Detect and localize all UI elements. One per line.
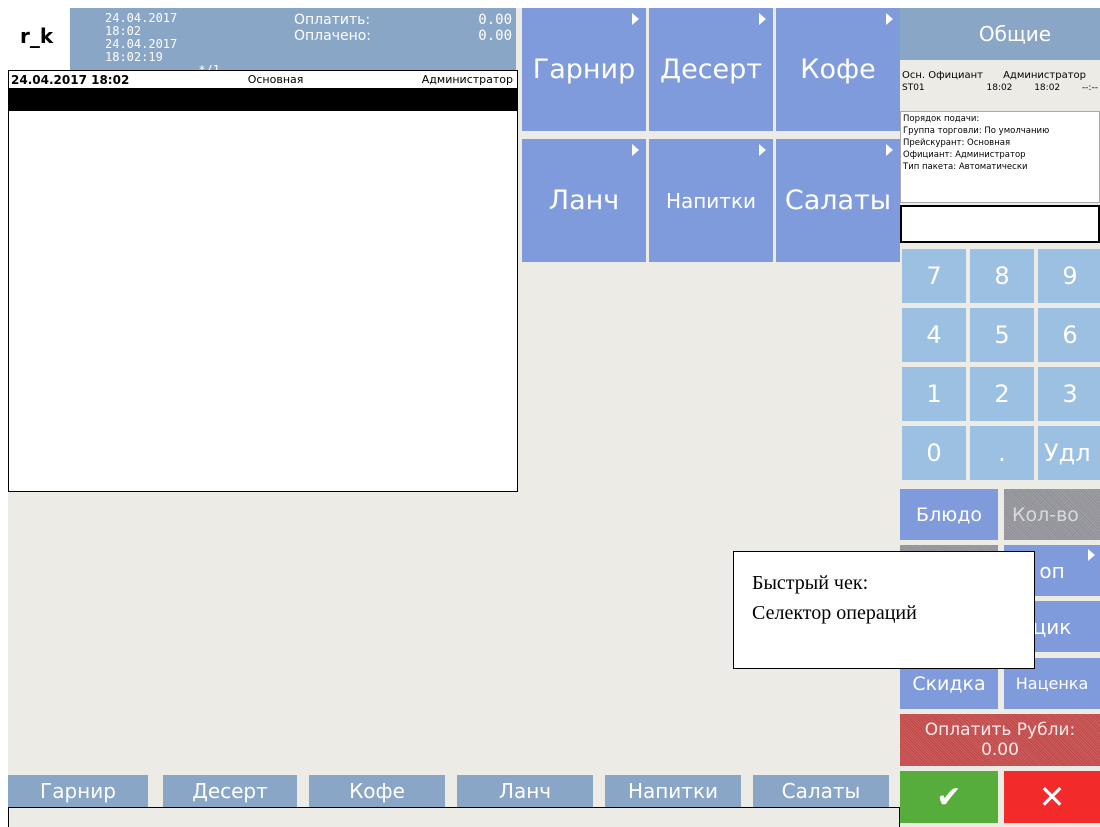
waiter-label: Осн. Официант [902, 70, 983, 81]
waiter-name: Администратор [1003, 70, 1086, 81]
tile-label: Напитки [665, 188, 757, 213]
category-tile-garnish[interactable]: Гарнир [522, 8, 646, 131]
paid-label: Оплачено: [294, 28, 372, 44]
bottom-field [8, 807, 900, 827]
tab-drinks[interactable]: Напитки [605, 775, 741, 807]
to-pay-label: Оплатить: [294, 12, 371, 28]
time-open: 18:02 [986, 83, 1013, 93]
staff-info: Осн. Официант Администратор ST01 18:02 1… [900, 66, 1100, 108]
key-3[interactable]: 3 [1038, 367, 1100, 421]
tile-label: Ланч [548, 185, 620, 216]
table-code: ST01 [902, 83, 925, 93]
quantity-button[interactable]: Кол-во [1004, 489, 1100, 540]
category-tile-lunch[interactable]: Ланч [522, 139, 646, 262]
pay-value: 0.00 [981, 740, 1019, 760]
pos-screen: r_k 24.04.2017 18:02 24.04.2017 18:02:19… [8, 8, 1100, 827]
check-info-box: Порядок подачи: Группа торговли: По умол… [900, 111, 1100, 203]
time-current: 18:02 [1034, 83, 1061, 93]
date-current: 24.04.2017 18:02:19 [105, 37, 178, 64]
pay-rubles-button[interactable]: Оплатить Рубли: 0.00 [900, 714, 1100, 766]
submenu-arrow-icon [632, 144, 639, 156]
extra-label: оп [1039, 558, 1065, 583]
info-line: Прейскурант: Основная [903, 138, 1011, 148]
cancel-button[interactable]: ✕ [1004, 771, 1100, 823]
submenu-arrow-icon [759, 13, 766, 25]
key-2[interactable]: 2 [970, 367, 1034, 421]
key-4[interactable]: 4 [902, 308, 966, 362]
submenu-arrow-icon [1088, 549, 1095, 561]
order-panel[interactable]: 24.04.2017 18:02 Основная Администратор [8, 70, 518, 492]
close-icon: ✕ [1038, 778, 1066, 816]
tab-salads[interactable]: Салаты [753, 775, 889, 807]
submenu-arrow-icon [886, 144, 893, 156]
tab-garnish[interactable]: Гарнир [8, 775, 148, 807]
tile-label: Кофе [800, 54, 876, 85]
key-5[interactable]: 5 [970, 308, 1034, 362]
category-tile-salads[interactable]: Салаты [776, 139, 900, 262]
info-line: Тип пакета: Автоматически [903, 162, 1028, 172]
tile-label: Десерт [659, 54, 763, 85]
order-header: 24.04.2017 18:02 Основная Администратор [9, 71, 517, 89]
info-line: Официант: Администратор [903, 150, 1026, 160]
info-line: Группа торговли: По умолчанию [903, 126, 1050, 136]
paid-value: 0.00 [478, 28, 512, 44]
info-line: Порядок подачи: [903, 114, 980, 124]
submenu-arrow-icon [632, 13, 639, 25]
station-name: r_k [8, 8, 70, 70]
category-tile-drinks[interactable]: Напитки [649, 139, 773, 262]
key-6[interactable]: 6 [1038, 308, 1100, 362]
order-price-list: Основная [247, 73, 304, 86]
payment-summary: Оплатить: 0.00 Оплачено: 0.00 [230, 8, 516, 70]
category-tile-coffee[interactable]: Кофе [776, 8, 900, 131]
key-1[interactable]: 1 [902, 367, 966, 421]
time-close: --:-- [1081, 83, 1098, 93]
tab-lunch[interactable]: Ланч [457, 775, 593, 807]
callout-note: Быстрый чек: Селектор операций [733, 551, 1035, 669]
callout-line-1: Быстрый чек: [752, 572, 869, 594]
check-icon: ✔ [936, 779, 962, 815]
order-selected-row[interactable] [9, 89, 517, 111]
callout-line-2: Селектор операций [752, 602, 917, 624]
tab-dessert[interactable]: Десерт [163, 775, 297, 807]
to-pay-value: 0.00 [478, 12, 512, 28]
order-datetime: 24.04.2017 18:02 [11, 72, 130, 87]
key-0[interactable]: 0 [902, 426, 966, 480]
tile-label: Салаты [784, 185, 892, 216]
order-waiter: Администратор [421, 73, 513, 86]
tab-coffee[interactable]: Кофе [309, 775, 445, 807]
category-tile-dessert[interactable]: Десерт [649, 8, 773, 131]
submenu-arrow-icon [886, 13, 893, 25]
key-7[interactable]: 7 [902, 249, 966, 303]
date-open: 24.04.2017 18:02 [105, 11, 178, 38]
key-8[interactable]: 8 [970, 249, 1034, 303]
check-dates: 24.04.2017 18:02 24.04.2017 18:02:19 */1 [70, 8, 230, 77]
key-dot[interactable]: . [970, 426, 1034, 480]
confirm-button[interactable]: ✔ [900, 771, 998, 823]
key-9[interactable]: 9 [1038, 249, 1100, 303]
key-delete[interactable]: Удл [1038, 426, 1100, 480]
dish-button[interactable]: Блюдо [900, 489, 998, 540]
pay-label: Оплатить Рубли: [924, 720, 1076, 740]
submenu-arrow-icon [759, 144, 766, 156]
input-field[interactable] [900, 205, 1100, 243]
group-button[interactable]: Общие [900, 8, 1100, 60]
tile-label: Гарнир [532, 54, 636, 85]
